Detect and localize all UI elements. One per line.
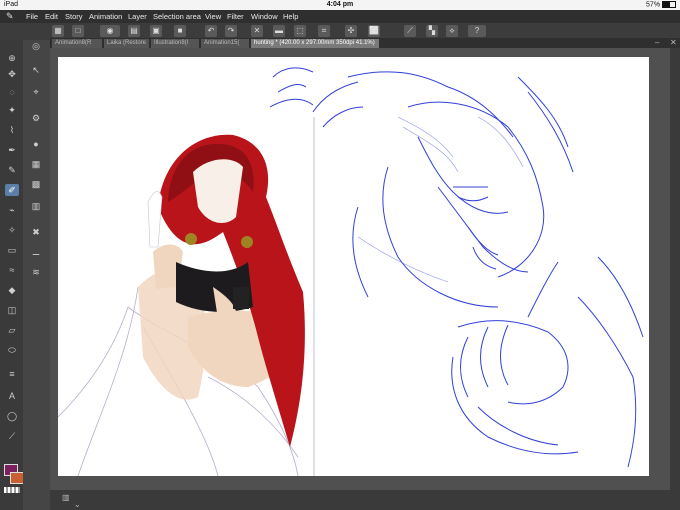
move-layer-icon[interactable]: ✣ [345, 25, 357, 37]
menu-file[interactable]: File [26, 12, 38, 21]
sub-tool-palette: ◎ ↖ ⌖ ⚙ ● ▦ ▩ ▥ ✖ ⚊ ≋ [23, 40, 51, 510]
menu-help[interactable]: Help [283, 12, 298, 21]
tab-laika[interactable]: Laika (Restore [104, 39, 149, 48]
battery-icon [662, 1, 676, 8]
tab-animation8[interactable]: Animation8(R [52, 39, 102, 48]
airbrush-icon[interactable]: ⌁ [5, 204, 19, 216]
sub-color-swatch[interactable] [10, 472, 24, 484]
brush-icon[interactable]: ✐ [5, 184, 19, 196]
move-icon[interactable]: ✥ [5, 68, 19, 80]
transform-icon[interactable]: ⬚ [294, 25, 306, 37]
intermediate-color-icon[interactable]: ▩ [29, 178, 43, 190]
new-icon[interactable]: □ [72, 25, 84, 37]
menu-layer[interactable]: Layer [128, 12, 147, 21]
grid-icon[interactable]: ▦ [52, 25, 64, 37]
battery-indicator: 57% [646, 1, 676, 8]
export-icon[interactable]: ■ [174, 25, 186, 37]
color-slider-icon[interactable]: ▥ [29, 200, 43, 212]
tool-palette: ⊕ ✥ ◌ ✦ ⌇ ✒ ✎ ✐ ⌁ ✧ ▭ ≈ ◆ ◫ ▱ ⬭ ≡ A ◯ ⟋ [0, 40, 24, 510]
canvas[interactable] [58, 57, 649, 476]
menu-filter[interactable]: Filter [227, 12, 244, 21]
view-eye-icon[interactable]: ◉ [100, 25, 120, 37]
help-icon[interactable]: ? [468, 25, 486, 37]
color-wheel-icon[interactable]: ● [29, 138, 43, 150]
navigator-icon[interactable]: ⌖ [29, 86, 43, 98]
document-tabs: Animation8(R Laika (Restore Illustration… [50, 38, 680, 48]
snap-ruler-icon[interactable]: ⟋ [404, 25, 416, 37]
close-icon[interactable]: ✕ [670, 38, 677, 47]
redo-icon[interactable]: ↷ [225, 25, 237, 37]
brush-size-icon[interactable]: ⚊ [29, 246, 43, 258]
crop-icon[interactable]: ⌗ [318, 25, 330, 37]
fill-icon[interactable]: ▬ [273, 25, 285, 37]
clear-icon[interactable]: ✕ [251, 25, 263, 37]
blend-icon[interactable]: ≈ [5, 264, 19, 276]
artwork [58, 67, 644, 476]
transparent-color-swatch[interactable] [4, 487, 20, 493]
bottom-bar: ▥ ⌄ [50, 490, 680, 510]
ruler-icon[interactable]: ≡ [5, 368, 19, 380]
layer-property-icon[interactable]: ⚙ [29, 112, 43, 124]
menu-animation[interactable]: Animation [89, 12, 122, 21]
fill-icon[interactable]: ◆ [5, 284, 19, 296]
snap-perspective-icon[interactable]: ⟡ [446, 25, 458, 37]
open-icon[interactable]: ▤ [128, 25, 140, 37]
gradient-icon[interactable]: ◫ [5, 304, 19, 316]
tab-animation15[interactable]: Animation15( [201, 39, 249, 48]
eyedropper-icon[interactable]: ⌇ [5, 124, 19, 136]
text-icon[interactable]: A [5, 390, 19, 402]
menu-view[interactable]: View [205, 12, 221, 21]
clock: 4:04 pm [326, 1, 354, 8]
select-icon[interactable]: ⬜ [368, 25, 380, 37]
color-history-icon[interactable]: ✖ [29, 226, 43, 238]
pen-icon[interactable]: ✒ [5, 144, 19, 156]
pencil-icon[interactable]: ✎ [5, 164, 19, 176]
snap-grid-icon[interactable]: ▚ [426, 25, 438, 37]
menu-edit[interactable]: Edit [45, 12, 58, 21]
menu-window[interactable]: Window [251, 12, 278, 21]
expand-icon[interactable]: ⌄ [74, 500, 81, 509]
shape-icon[interactable]: ▱ [5, 324, 19, 336]
operation-icon[interactable]: ↖ [29, 64, 43, 76]
vertical-scrollbar[interactable] [670, 48, 680, 490]
menu-story[interactable]: Story [65, 12, 83, 21]
save-icon[interactable]: ▣ [150, 25, 162, 37]
layer-icon[interactable]: ≋ [29, 266, 43, 278]
menu-bar: ✎ File Edit Story Animation Layer Select… [0, 10, 680, 23]
ios-status-bar: iPad 4:04 pm 57% [0, 0, 680, 10]
menu-selection-area[interactable]: Selection area [153, 12, 201, 21]
correct-line-icon[interactable]: ⟋ [5, 430, 19, 442]
tab-illustration8[interactable]: Illustration8(I [151, 39, 199, 48]
clip-studio-logo-icon[interactable]: ✎ [6, 11, 17, 22]
battery-percent: 57% [646, 1, 661, 9]
zoom-icon[interactable]: ⊕ [5, 52, 19, 64]
balloon-icon[interactable]: ◯ [5, 410, 19, 422]
magic-wand-icon[interactable]: ✦ [5, 104, 19, 116]
frame-icon[interactable]: ▥ [62, 493, 70, 502]
tab-hunting[interactable]: hunting * (420.00 x 297.00mm 350dpi 41.1… [251, 39, 379, 48]
decoration-icon[interactable]: ✧ [5, 224, 19, 236]
minimize-icon[interactable]: – [655, 38, 659, 47]
color-set-icon[interactable]: ▦ [29, 158, 43, 170]
undo-icon[interactable]: ↶ [205, 25, 217, 37]
search-icon[interactable]: ◎ [29, 40, 43, 52]
lasso-icon[interactable]: ◌ [5, 86, 19, 98]
eraser-icon[interactable]: ▭ [5, 244, 19, 256]
frame-icon[interactable]: ⬭ [5, 344, 19, 356]
